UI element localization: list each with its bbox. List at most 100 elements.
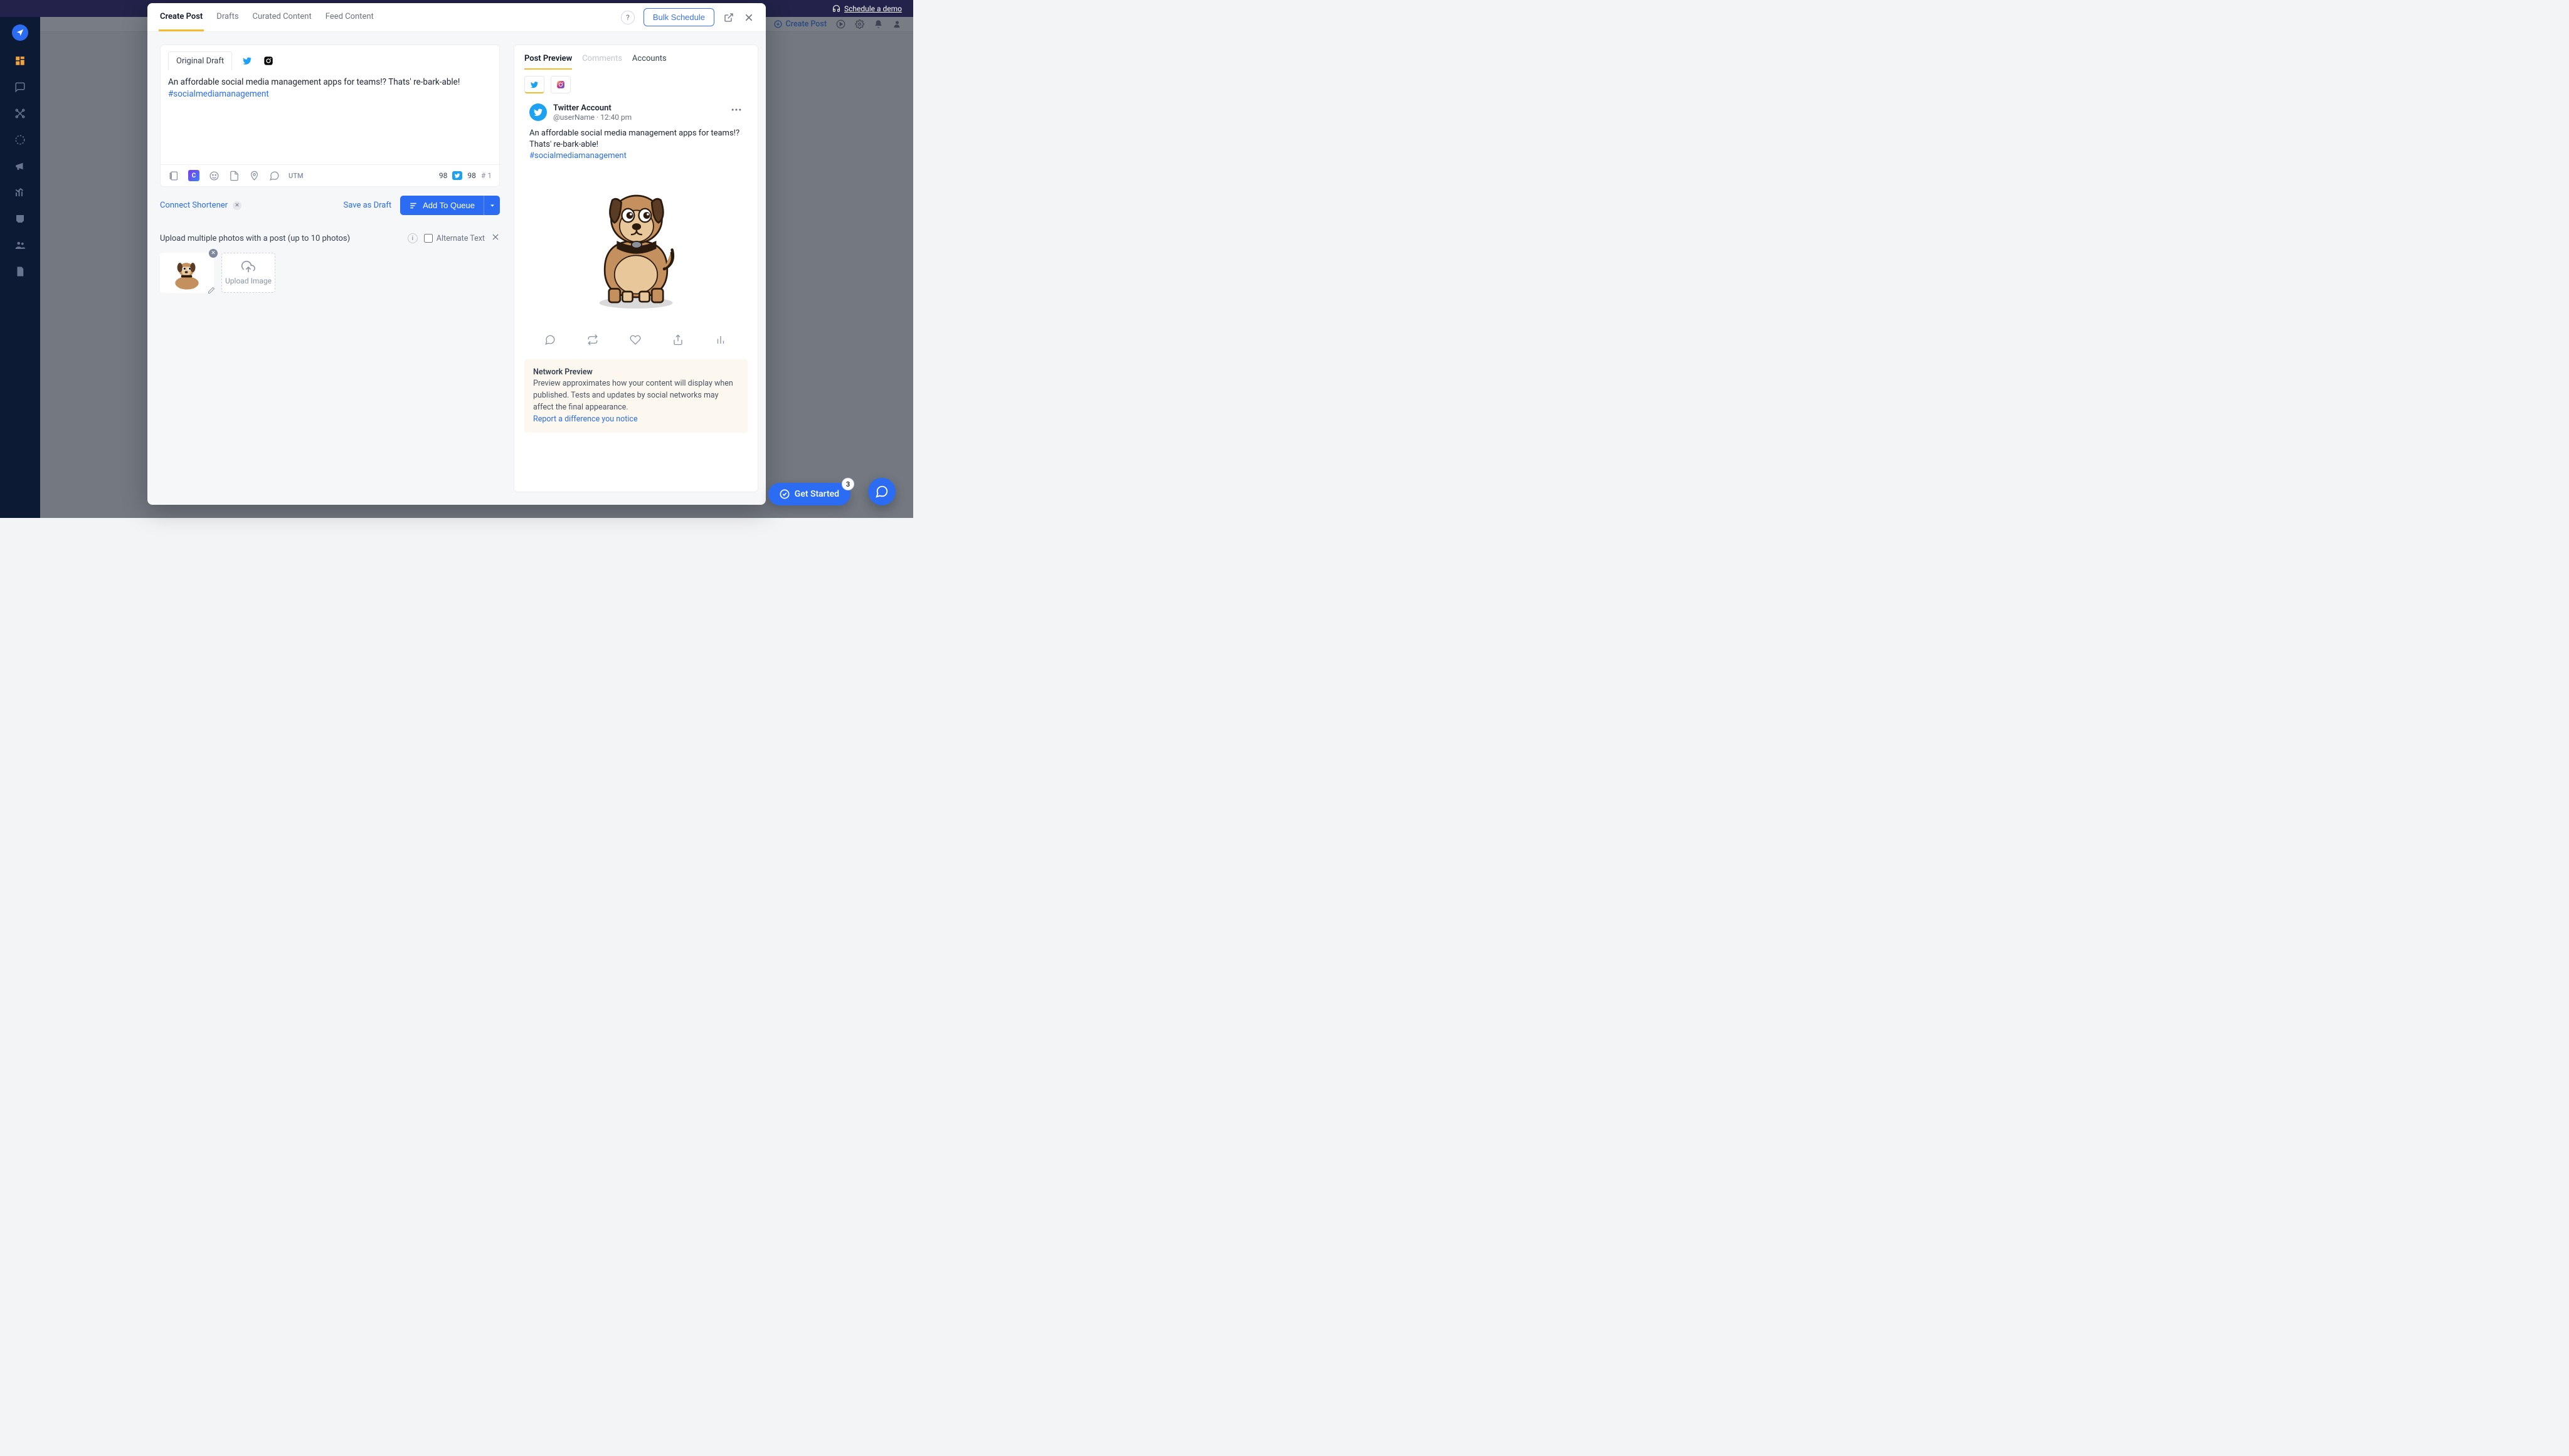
- canva-icon[interactable]: C: [188, 170, 199, 181]
- queue-icon: [409, 201, 418, 210]
- network-preview-body: Preview approximates how your content wi…: [533, 378, 739, 413]
- instagram-tab-icon[interactable]: [262, 55, 275, 67]
- post-text-content: An affordable social media management ap…: [168, 77, 460, 87]
- tab-post-preview[interactable]: Post Preview: [524, 54, 572, 70]
- preview-net-twitter[interactable]: [524, 76, 544, 93]
- stats-icon[interactable]: [715, 334, 728, 347]
- help-icon[interactable]: ?: [621, 11, 635, 24]
- edit-image-icon[interactable]: [208, 287, 216, 295]
- twitter-count-badge-icon: [452, 171, 462, 180]
- preview-tabs: Post Preview Comments Accounts: [524, 54, 748, 70]
- external-link-icon[interactable]: [723, 12, 734, 23]
- analytics-icon[interactable]: [14, 186, 26, 199]
- upload-info-icon[interactable]: i: [408, 233, 418, 243]
- schedule-demo-label: Schedule a demo: [844, 4, 902, 13]
- tweet-preview-card: Twitter Account @userName · 12:40 pm An …: [529, 103, 743, 347]
- network-icon[interactable]: [14, 107, 26, 120]
- tab-comments[interactable]: Comments: [582, 54, 622, 70]
- get-started-badge: 3: [842, 478, 854, 490]
- count-hashtags: # 1: [481, 171, 492, 180]
- dismiss-shortener-icon[interactable]: ✕: [233, 201, 241, 210]
- preview-panel: Post Preview Comments Accounts: [514, 45, 758, 492]
- count-generic: 98: [439, 171, 448, 180]
- utm-button[interactable]: UTM: [289, 172, 304, 180]
- dog-cartoon-icon: [168, 255, 206, 290]
- headset-icon: [832, 4, 840, 13]
- brand-logo-icon[interactable]: [12, 24, 28, 41]
- queue-dropdown-toggle[interactable]: [484, 196, 500, 215]
- post-text-hashtag: #socialmediamanagement: [168, 89, 269, 99]
- network-preview-note: Network Preview Preview approximates how…: [524, 359, 748, 433]
- editor-card: Original Draft An affordable social medi…: [160, 45, 500, 187]
- create-post-modal: Create Post Drafts Curated Content Feed …: [147, 3, 766, 505]
- tab-create-post[interactable]: Create Post: [159, 3, 204, 31]
- hashtag-suggest-icon[interactable]: [268, 170, 280, 181]
- tweet-action-bar: [529, 334, 743, 347]
- location-icon[interactable]: [248, 170, 260, 181]
- network-preview-title: Network Preview: [533, 367, 739, 379]
- target-icon[interactable]: [14, 134, 26, 146]
- close-icon[interactable]: [743, 12, 755, 23]
- editor-actions-right: Save as Draft Add To Queue: [344, 196, 500, 215]
- tweet-body: An affordable social media management ap…: [529, 128, 743, 162]
- get-started-button[interactable]: Get Started 3: [768, 483, 850, 505]
- inbox-icon[interactable]: [14, 213, 26, 225]
- document-icon[interactable]: [14, 265, 26, 278]
- add-to-queue-button[interactable]: Add To Queue: [400, 196, 484, 215]
- modal-header-actions: ? Bulk Schedule: [621, 8, 755, 26]
- alternate-text-checkbox[interactable]: [424, 234, 433, 243]
- twitter-avatar-icon: [529, 103, 547, 121]
- like-icon[interactable]: [630, 334, 642, 347]
- tweet-account-handle: @userName · 12:40 pm: [553, 113, 632, 122]
- modal-tabs: Create Post Drafts Curated Content Feed …: [159, 3, 375, 31]
- cloud-upload-icon: [240, 260, 257, 274]
- uploaded-image-thumb[interactable]: ✕: [160, 253, 214, 293]
- add-to-queue-label: Add To Queue: [423, 201, 475, 210]
- upload-header: Upload multiple photos with a post (up t…: [160, 233, 500, 244]
- alternate-text-toggle[interactable]: Alternate Text: [424, 234, 485, 243]
- twitter-tab-icon[interactable]: [241, 55, 253, 67]
- remove-image-icon[interactable]: ✕: [209, 249, 218, 258]
- tab-curated-content[interactable]: Curated Content: [252, 3, 313, 31]
- share-icon[interactable]: [672, 334, 685, 347]
- upload-image-label: Upload Image: [225, 277, 272, 285]
- team-icon[interactable]: [14, 239, 26, 251]
- gif-icon[interactable]: [228, 170, 240, 181]
- chat-bubble-icon: [875, 485, 889, 499]
- report-difference-link[interactable]: Report a difference you notice: [533, 414, 739, 426]
- count-twitter: 98: [467, 171, 476, 180]
- upload-title: Upload multiple photos with a post (up t…: [160, 234, 350, 243]
- post-text-editor[interactable]: An affordable social media management ap…: [161, 70, 499, 164]
- tweet-body-hashtag: #socialmediamanagement: [529, 151, 627, 161]
- megaphone-icon[interactable]: [14, 160, 26, 172]
- emoji-icon[interactable]: [208, 170, 220, 181]
- tweet-image: [529, 171, 743, 322]
- retweet-icon[interactable]: [587, 334, 600, 347]
- close-upload-icon[interactable]: [491, 233, 500, 244]
- character-counts: 98 98 # 1: [439, 171, 492, 180]
- compose-panel: Original Draft An affordable social medi…: [160, 45, 500, 492]
- media-library-icon[interactable]: [168, 170, 179, 181]
- chevron-down-icon: [489, 202, 496, 209]
- tweet-header: Twitter Account @userName · 12:40 pm: [529, 103, 743, 122]
- checklist-icon: [780, 489, 790, 499]
- get-started-label: Get Started: [795, 489, 839, 499]
- dog-cartoon-large-icon: [580, 184, 692, 309]
- tab-accounts[interactable]: Accounts: [632, 54, 667, 70]
- upload-image-button[interactable]: Upload Image: [221, 253, 275, 293]
- preview-net-instagram[interactable]: [551, 76, 571, 93]
- dashboard-icon[interactable]: [14, 55, 26, 67]
- connect-shortener-link[interactable]: Connect Shortener ✕: [160, 201, 241, 210]
- alternate-text-label: Alternate Text: [437, 234, 485, 243]
- tweet-more-icon[interactable]: [730, 103, 743, 119]
- preview-network-tabs: [524, 76, 748, 93]
- help-fab-button[interactable]: [868, 478, 896, 505]
- editor-tab-original-draft[interactable]: Original Draft: [168, 51, 232, 70]
- save-as-draft-button[interactable]: Save as Draft: [344, 201, 392, 210]
- bulk-schedule-button[interactable]: Bulk Schedule: [644, 8, 714, 26]
- tab-drafts[interactable]: Drafts: [215, 3, 240, 31]
- schedule-demo-link[interactable]: Schedule a demo: [832, 4, 902, 13]
- tab-feed-content[interactable]: Feed Content: [324, 3, 375, 31]
- chat-icon[interactable]: [14, 81, 26, 93]
- reply-icon[interactable]: [544, 334, 557, 347]
